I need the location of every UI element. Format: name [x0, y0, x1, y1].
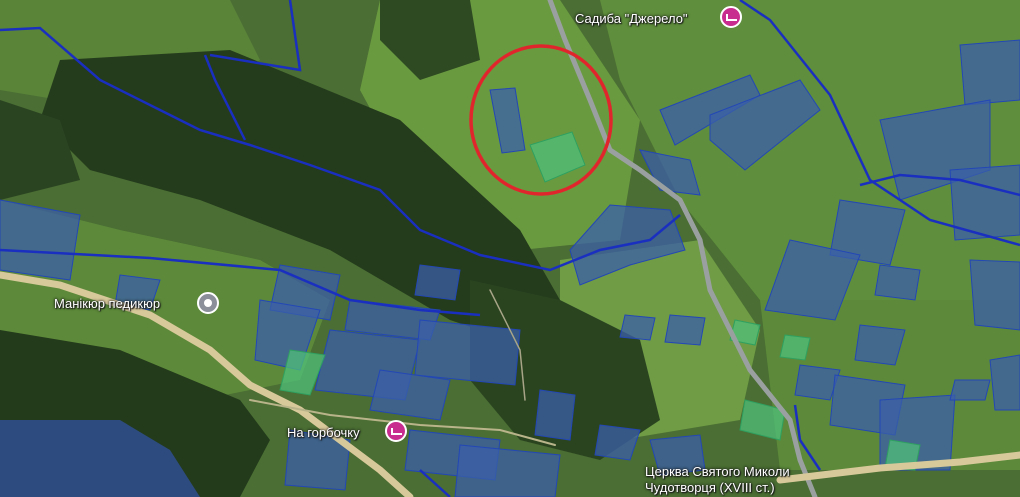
- poi-label-sadyba-dzherelo[interactable]: Садиба "Джерело": [575, 11, 688, 26]
- bed-icon: [725, 13, 737, 21]
- satellite-map[interactable]: Садиба "Джерело" Манікюр педикюр На горб…: [0, 0, 1020, 497]
- land-parcel[interactable]: [414, 264, 461, 301]
- lodging-icon[interactable]: [385, 420, 407, 442]
- land-parcel[interactable]: [989, 354, 1020, 411]
- beauty-pin-icon[interactable]: [197, 292, 219, 314]
- land-parcel[interactable]: [414, 319, 521, 386]
- pin-dot-icon: [204, 299, 212, 307]
- land-parcel[interactable]: [949, 379, 991, 401]
- land-parcel[interactable]: [874, 264, 921, 301]
- poi-label-church[interactable]: Церква Святого Миколи Чудотворця (XVIII …: [645, 464, 835, 496]
- land-parcel[interactable]: [969, 259, 1020, 331]
- land-parcel[interactable]: [959, 39, 1020, 106]
- land-parcel[interactable]: [619, 314, 656, 341]
- highlighted-parcel[interactable]: [779, 334, 811, 361]
- poi-label-manicure[interactable]: Манікюр педикюр: [54, 296, 160, 311]
- poi-label-na-gorbochku[interactable]: На горбочку: [287, 425, 360, 440]
- map-canvas[interactable]: [0, 0, 1020, 497]
- lodging-icon[interactable]: [720, 6, 742, 28]
- bed-icon: [390, 427, 402, 435]
- land-parcel[interactable]: [534, 389, 576, 441]
- land-parcel[interactable]: [664, 314, 706, 346]
